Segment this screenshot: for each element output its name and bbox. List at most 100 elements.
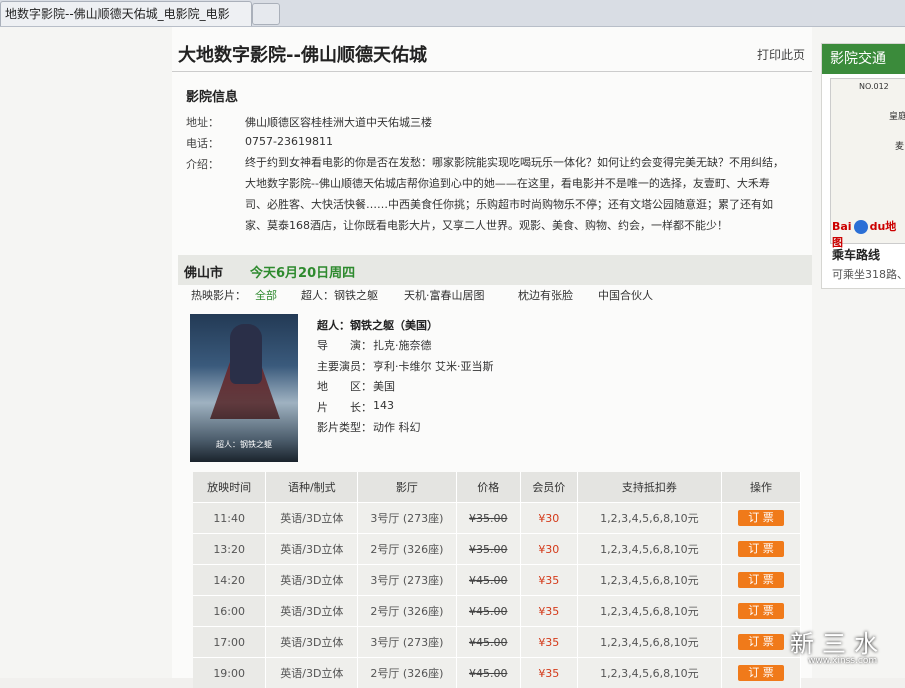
member-price-cell-text: ¥35 [538,574,559,587]
intro-label: 介绍： [186,156,219,172]
hot-movies-label: 热映影片： [191,287,246,303]
language-cell: 英语/3D立体 [266,565,358,596]
showtime-cell: 17:00 [193,627,266,658]
table-header-row: 放映时间 语种/制式 影厅 价格 会员价 支持抵扣券 操作 [193,472,801,503]
browser-tab[interactable]: 地数字影院--佛山顺德天佑城_电影院_电影 [0,1,252,26]
hall-cell: 3号厅 (273座) [358,565,456,596]
route-title: 乘车路线 [832,246,880,263]
price-cell: ¥45.00 [456,565,520,596]
book-ticket-button[interactable]: 订 票 [738,634,784,650]
language-cell: 英语/3D立体 [266,503,358,534]
page-title: 大地数字影院--佛山顺德天佑城 [178,41,427,67]
genre-label: 影片类型： [317,419,372,435]
hall-cell-text: 3号厅 (273座) [370,636,443,649]
movie-poster[interactable]: 超人：钢铁之躯 [190,314,298,462]
price-cell: ¥35.00 [456,534,520,565]
transport-panel: 影院交通 NO.012 皇庭 麦 Baidu地图 乘车路线 可乘坐318路、 [821,43,905,289]
phone-value: 0757-23619811 [245,135,333,148]
map-label: 麦 [895,139,904,152]
member-price-cell-text: ¥35 [538,636,559,649]
genre-value: 动作 科幻 [373,419,421,435]
address-value: 佛山顺德区容桂桂洲大道中天佑城三楼 [245,114,432,130]
watermark: 新三水 [790,624,886,659]
showtime-cell: 19:00 [193,658,266,688]
language-cell-text: 英语/3D立体 [280,667,343,680]
poster-title: 超人：钢铁之躯 [202,439,286,450]
new-tab-button[interactable] [252,3,280,25]
section-title: 影院信息 [186,86,238,105]
showtime-cell-text: 14:20 [213,574,245,587]
city-selector[interactable]: 佛山市 [184,262,223,281]
hall-cell-text: 2号厅 (326座) [370,667,443,680]
member-price-cell: ¥30 [520,503,577,534]
member-price-cell: ¥35 [520,658,577,688]
movie-title[interactable]: 超人：钢铁之躯（美国） [317,317,438,333]
price-cell-text: ¥45.00 [469,605,508,618]
hall-cell: 2号厅 (326座) [358,534,456,565]
book-ticket-button[interactable]: 订 票 [738,665,784,681]
coupon-cell-text: 1,2,3,4,5,6,8,10元 [600,667,698,680]
hot-movie-link[interactable]: 中国合伙人 [598,287,653,303]
length-label: 片 长： [317,399,372,415]
action-cell: 订 票 [722,627,801,658]
book-ticket-button[interactable]: 订 票 [738,603,784,619]
column-header: 语种/制式 [266,472,358,503]
column-header: 会员价 [520,472,577,503]
column-header: 价格 [456,472,520,503]
hot-movie-link[interactable]: 天机·富春山居图 [404,287,485,303]
coupon-cell-text: 1,2,3,4,5,6,8,10元 [600,512,698,525]
language-cell: 英语/3D立体 [266,627,358,658]
member-price-cell: ¥35 [520,565,577,596]
hot-movie-link[interactable]: 枕边有张脸 [518,287,573,303]
hall-cell-text: 3号厅 (273座) [370,574,443,587]
action-cell: 订 票 [722,503,801,534]
cast-value: 亨利·卡维尔 艾米·亚当斯 [373,358,494,374]
member-price-cell-text: ¥35 [538,605,559,618]
coupon-cell-text: 1,2,3,4,5,6,8,10元 [600,543,698,556]
showtime-cell-text: 17:00 [213,636,245,649]
coupon-cell: 1,2,3,4,5,6,8,10元 [577,534,721,565]
map-label: NO.012 [859,82,889,91]
language-cell-text: 英语/3D立体 [280,636,343,649]
hall-cell: 2号厅 (326座) [358,658,456,688]
action-cell: 订 票 [722,596,801,627]
showtime-cell: 16:00 [193,596,266,627]
column-header: 影厅 [358,472,456,503]
coupon-cell-text: 1,2,3,4,5,6,8,10元 [600,636,698,649]
table-row: 16:00 英语/3D立体 2号厅 (326座) ¥45.00 ¥35 1,2,3,4,5… [193,596,801,627]
hot-movie-link[interactable]: 全部 [255,287,277,303]
table-row: 11:40英语/3D立体3号厅 (273座)¥35.00¥301,2,3,4,5… [193,503,801,534]
coupon-cell-text: 1,2,3,4,5,6,8,10元 [600,605,698,618]
coupon-cell: 1,2,3,4,5,6,8,10元 [577,596,721,627]
browser-tab-bar: 地数字影院--佛山顺德天佑城_电影院_电影 [0,0,905,27]
showtime-table: 放映时间 语种/制式 影厅 价格 会员价 支持抵扣券 操作 11:40英语/3D… [193,472,801,688]
transport-title: 影院交通 [822,44,905,74]
price-cell: ¥45.00 [456,658,520,688]
baidu-logo-text: Bai [832,220,852,233]
region-label: 地 区： [317,378,372,394]
hot-movie-link[interactable]: 超人：钢铁之躯 [301,287,378,303]
member-price-cell: ¥30 [520,534,577,565]
date-label[interactable]: 今天6月20日周四 [250,262,355,281]
price-cell: ¥45.00 [456,627,520,658]
table-row: 14:20英语/3D立体3号厅 (273座)¥45.00¥351,2,3,4,5… [193,565,801,596]
book-ticket-button[interactable]: 订 票 [738,541,784,557]
book-ticket-button[interactable]: 订 票 [738,572,784,588]
column-header: 支持抵扣券 [577,472,721,503]
hall-cell: 2号厅 (326座) [358,596,456,627]
divider [172,71,812,72]
print-link[interactable]: 打印此页 [757,46,805,63]
coupon-cell: 1,2,3,4,5,6,8,10元 [577,503,721,534]
action-cell: 订 票 [722,658,801,688]
language-cell-text: 英语/3D立体 [280,574,343,587]
paw-icon [854,220,868,234]
member-price-cell-text: ¥30 [538,543,559,556]
director-value: 扎克·施奈德 [373,337,432,353]
price-cell-text: ¥45.00 [469,574,508,587]
language-cell-text: 英语/3D立体 [280,605,343,618]
phone-label: 电话： [186,135,219,151]
book-ticket-button[interactable]: 订 票 [738,510,784,526]
showtime-cell-text: 16:00 [213,605,245,618]
hall-cell-text: 2号厅 (326座) [370,605,443,618]
watermark-url: www.xinss.com [808,656,877,666]
